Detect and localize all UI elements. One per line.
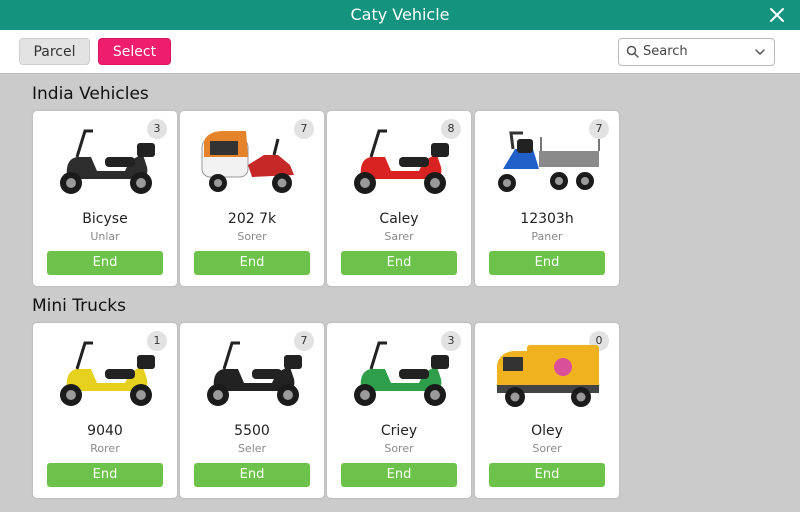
vehicle-subtitle: Seler	[237, 442, 267, 455]
vehicle-card[interactable]: 7 202 7k Sorer End	[180, 111, 324, 286]
search-label: Search	[643, 44, 688, 59]
vehicle-card[interactable]: 8 Caley Sarer End	[327, 111, 471, 286]
end-button[interactable]: End	[489, 251, 605, 275]
end-button[interactable]: End	[47, 251, 163, 275]
toolbar: Parcel Select Search	[0, 30, 800, 74]
vehicle-subtitle: Rorer	[90, 442, 120, 455]
end-button[interactable]: End	[194, 463, 310, 487]
vehicle-subtitle: Sorer	[384, 442, 414, 455]
end-button[interactable]: End	[47, 463, 163, 487]
vehicle-name: Bicyse	[82, 211, 128, 227]
vehicle-name: 5500	[234, 423, 270, 439]
vehicle-subtitle: Sarer	[384, 230, 414, 243]
cargo-trike-icon	[489, 117, 605, 203]
mini-truck-icon	[489, 329, 605, 415]
parcel-button[interactable]: Parcel	[19, 38, 90, 65]
vehicle-name: 202 7k	[227, 211, 277, 227]
end-button[interactable]: End	[341, 251, 457, 275]
vehicle-card[interactable]: 3 Criey Sorer End	[327, 323, 471, 498]
vehicle-name: Caley	[379, 211, 419, 227]
vehicle-card[interactable]: 3 Bicyse Unlar End	[33, 111, 177, 286]
search-dropdown[interactable]: Search	[618, 38, 775, 66]
vehicle-card[interactable]: 7 5500 Seler End	[180, 323, 324, 498]
window-title: Caty Vehicle	[350, 5, 450, 24]
vehicle-card[interactable]: 7 12303h Paner End	[475, 111, 619, 286]
vehicle-subtitle: Unlar	[90, 230, 120, 243]
vehicle-name: Oley	[531, 423, 563, 439]
vehicle-subtitle: Paner	[531, 230, 563, 243]
vehicle-subtitle: Sorer	[532, 442, 562, 455]
auto-rickshaw-icon	[194, 117, 310, 203]
end-button[interactable]: End	[489, 463, 605, 487]
vehicle-subtitle: Sorer	[237, 230, 267, 243]
vehicle-card[interactable]: 0 Oley Sorer End	[475, 323, 619, 498]
end-button[interactable]: End	[194, 251, 310, 275]
vehicle-name: 9040	[87, 423, 123, 439]
section-title-mini-trucks: Mini Trucks	[32, 296, 126, 316]
vehicle-name: 12303h	[520, 211, 574, 227]
vehicle-card[interactable]: 1 9040 Rorer End	[33, 323, 177, 498]
close-icon[interactable]	[766, 4, 788, 26]
scooter-icon	[47, 117, 163, 203]
scooter-icon	[341, 329, 457, 415]
end-button[interactable]: End	[341, 463, 457, 487]
vehicle-name: Criey	[380, 423, 418, 439]
title-bar: Caty Vehicle	[0, 0, 800, 30]
scooter-icon	[47, 329, 163, 415]
scooter-icon	[341, 117, 457, 203]
select-button[interactable]: Select	[98, 38, 171, 65]
section-title-india-vehicles: India Vehicles	[32, 84, 149, 104]
chevron-down-icon	[755, 49, 765, 56]
search-icon	[626, 45, 639, 58]
scooter-icon	[194, 329, 310, 415]
